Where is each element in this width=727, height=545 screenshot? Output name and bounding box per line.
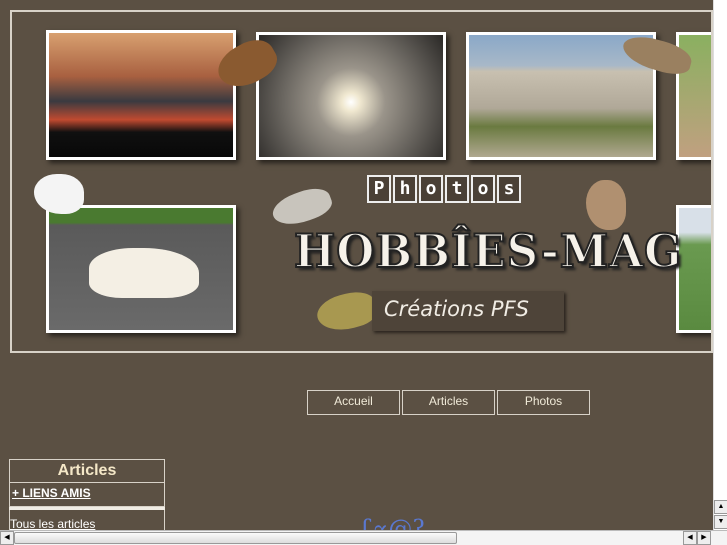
dove-image	[34, 174, 84, 214]
logo-letter: o	[471, 175, 495, 203]
header-banner: P h o t o s HOBBÎES-MAG Créations PFS	[10, 10, 713, 353]
nav-articles[interactable]: Articles	[402, 390, 495, 415]
great-tit-image	[313, 286, 381, 337]
scrollbar-thumb[interactable]	[14, 532, 457, 544]
scroll-left-icon[interactable]: ◀	[683, 531, 697, 545]
vertical-scrollbar[interactable]: ▲ ▼	[713, 0, 727, 530]
photos-logo: P h o t o s	[367, 175, 521, 203]
logo-letter: t	[445, 175, 469, 203]
logo-letter: s	[497, 175, 521, 203]
sidebar-title: Articles	[9, 459, 165, 483]
liens-amis-link[interactable]: + LIENS AMIS	[12, 486, 91, 500]
articles-sidebar: Articles + LIENS AMIS Tous les articles	[9, 459, 165, 540]
logo-letter: o	[419, 175, 443, 203]
site-title: HOBBÎES-MAG	[293, 223, 683, 279]
sunset-photo	[46, 30, 236, 160]
scroll-down-icon[interactable]: ▼	[714, 515, 727, 529]
horizontal-scrollbar[interactable]: ◀ ◀ ▶	[0, 530, 727, 545]
all-articles-link[interactable]: Tous les articles	[10, 517, 95, 531]
dog-photo	[46, 205, 236, 333]
nav-accueil[interactable]: Accueil	[307, 390, 400, 415]
main-nav: Accueil Articles Photos	[307, 390, 590, 415]
nav-photos[interactable]: Photos	[497, 390, 590, 415]
logo-letter: h	[393, 175, 417, 203]
scroll-up-icon[interactable]: ▲	[714, 500, 727, 514]
lark-image	[586, 180, 626, 230]
scroll-right-icon[interactable]: ▶	[697, 531, 711, 545]
logo-letter: P	[367, 175, 391, 203]
scroll-left-icon[interactable]: ◀	[0, 531, 14, 545]
site-subtitle: Créations PFS	[372, 291, 564, 331]
winter-sun-photo	[256, 32, 446, 160]
